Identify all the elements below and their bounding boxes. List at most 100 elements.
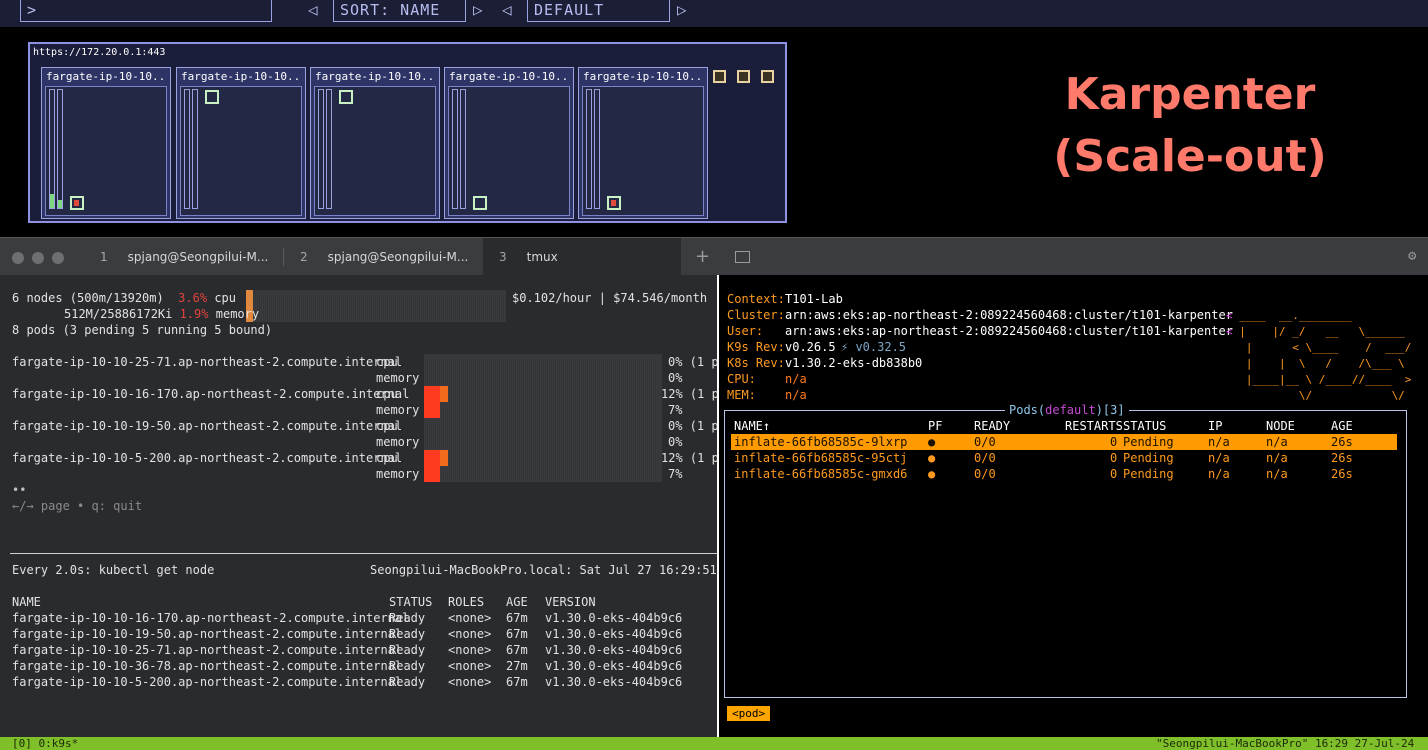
left-pane[interactable]: 6 nodes (500m/13920m) 3.6% cpu $0.102/ho… xyxy=(0,275,753,737)
memory-bar xyxy=(460,89,466,209)
node-row-mem-label: memory xyxy=(376,403,420,417)
node-card[interactable]: fargate-ip-10-10... xyxy=(176,67,306,219)
memory-bar xyxy=(594,89,600,209)
tab-3-active[interactable]: 3 tmux xyxy=(483,238,681,276)
cell: v1.30.0-eks-404b9c6 xyxy=(545,627,683,641)
pods-col-node[interactable]: NODE xyxy=(1266,418,1295,434)
pod-square[interactable] xyxy=(339,90,353,104)
node-row-mem-pct: 7% xyxy=(668,403,683,417)
pods-col-status[interactable]: STATUS xyxy=(1123,418,1166,434)
cell: 67m xyxy=(506,627,528,641)
tab-overview-icon[interactable] xyxy=(735,251,750,263)
cell: Ready xyxy=(389,643,426,657)
k9s-cpu-label: CPU: xyxy=(727,372,756,386)
pending-pod-square[interactable] xyxy=(713,70,726,83)
node-row-mem-label: memory xyxy=(376,435,420,449)
overlay-title: Karpenter (Scale-out) xyxy=(1020,64,1360,188)
k9s-mem-value: n/a xyxy=(785,388,807,402)
view-next-arrow-icon[interactable]: ▷ xyxy=(677,0,687,20)
pods-col-ip[interactable]: IP xyxy=(1208,418,1222,434)
window-zoom-button[interactable] xyxy=(52,252,64,264)
view-selector[interactable]: DEFAULT xyxy=(527,0,670,22)
node-card[interactable]: fargate-ip-10-10... xyxy=(41,67,171,219)
col-status: STATUS xyxy=(389,595,433,609)
cell: n/a xyxy=(1266,451,1288,465)
node-card[interactable]: fargate-ip-10-10... xyxy=(310,67,440,219)
cell: 27m xyxy=(506,659,528,673)
cell: 67m xyxy=(506,675,528,689)
pods-col-age[interactable]: AGE xyxy=(1331,418,1353,434)
node-row-name: fargate-ip-10-10-16-170.ap-northeast-2.c… xyxy=(12,387,410,401)
k9s-context-value: T101-Lab xyxy=(785,292,843,306)
summary-cpu-label: cpu xyxy=(214,291,236,305)
node-body xyxy=(45,86,167,216)
cell: n/a xyxy=(1208,435,1230,449)
cell: n/a xyxy=(1208,467,1230,481)
sort-next-arrow-icon[interactable]: ▷ xyxy=(473,0,483,20)
k9s-cluster-label: Cluster: xyxy=(727,308,785,322)
pods-col-pf[interactable]: PF xyxy=(928,418,942,434)
tab-label: tmux xyxy=(526,250,558,264)
cell: v1.30.0-eks-404b9c6 xyxy=(545,611,683,625)
k9s-logo: < ____ __.________ < | |/ _/ __ \______ … xyxy=(1226,309,1412,402)
cell: 0/0 xyxy=(974,451,996,465)
cell: 67m xyxy=(506,643,528,657)
cpu-bar xyxy=(452,89,458,209)
cell: inflate-66fb68585c-9lxrp xyxy=(734,435,908,449)
cell: v1.30.0-eks-404b9c6 xyxy=(545,643,683,657)
window-close-button[interactable] xyxy=(12,252,24,264)
node-row-cpu-label: cpu xyxy=(376,451,398,465)
cell: Ready xyxy=(389,659,426,673)
cell: inflate-66fb68585c-95ctj xyxy=(734,451,908,465)
node-name: fargate-ip-10-10... xyxy=(583,70,701,83)
node-card[interactable]: fargate-ip-10-10... xyxy=(578,67,708,219)
watch-header-right: Seongpilui-MacBookPro.local: Sat Jul 27 … xyxy=(370,563,753,577)
cell: ● xyxy=(928,435,936,449)
cell: 0/0 xyxy=(974,435,996,449)
summary-usage-track xyxy=(246,290,506,322)
overlay-title-line2: (Scale-out) xyxy=(1053,131,1327,182)
node-row-cpu-pct: 0% (1 p xyxy=(668,419,719,433)
new-tab-button[interactable]: + xyxy=(695,238,710,276)
pods-col-ready[interactable]: READY xyxy=(974,418,1010,434)
watch-header-left: Every 2.0s: kubectl get node xyxy=(12,563,215,577)
pods-col-name[interactable]: NAME↑ xyxy=(734,418,770,434)
cell: n/a xyxy=(1266,467,1288,481)
pending-pod-square[interactable] xyxy=(737,70,750,83)
tab-2[interactable]: 2 spjang@Seongpilui-M... xyxy=(300,238,468,276)
pod-square[interactable] xyxy=(473,196,487,210)
cell: Ready xyxy=(389,611,426,625)
cell: v1.30.0-eks-404b9c6 xyxy=(545,675,683,689)
summary-memory-label: memory xyxy=(215,307,260,321)
cpu-bar xyxy=(318,89,324,209)
cell: <none> xyxy=(448,643,492,657)
settings-gear-icon[interactable]: ⚙ xyxy=(1408,248,1416,264)
window-minimize-button[interactable] xyxy=(32,252,44,264)
k9s-user-label: User: xyxy=(727,324,764,338)
cell: Pending xyxy=(1123,451,1174,465)
sort-prev-arrow-icon[interactable]: ◁ xyxy=(308,0,318,20)
pod-square[interactable] xyxy=(205,90,219,104)
cell: 26s xyxy=(1331,435,1353,449)
node-row-cpu-fill xyxy=(440,450,448,466)
node-row-cpu-label: cpu xyxy=(376,355,398,369)
price-text: $0.102/hour | $74.546/month xyxy=(512,291,708,305)
tmux-window-list[interactable]: [0] 0:k9s* xyxy=(12,737,78,750)
node-card[interactable]: fargate-ip-10-10... xyxy=(444,67,574,219)
tab-1[interactable]: 1 spjang@Seongpilui-M... xyxy=(100,238,268,276)
pending-pod-square[interactable] xyxy=(761,70,774,83)
resource-crumb: <pod> xyxy=(727,706,771,721)
cell: 26s xyxy=(1331,467,1353,481)
pods-col-restarts[interactable]: RESTARTS xyxy=(1065,418,1123,434)
pod-indicator xyxy=(74,200,79,206)
cell: fargate-ip-10-10-19-50.ap-northeast-2.co… xyxy=(12,627,403,641)
cell: Ready xyxy=(389,675,426,689)
filter-input[interactable]: > xyxy=(20,0,272,22)
node-row-usage-track xyxy=(424,418,662,450)
view-prev-arrow-icon[interactable]: ◁ xyxy=(502,0,512,20)
node-name: fargate-ip-10-10... xyxy=(449,70,567,83)
cell: 0 xyxy=(1110,467,1118,481)
sort-selector[interactable]: SORT: NAME xyxy=(333,0,466,22)
cell: n/a xyxy=(1266,435,1288,449)
k9s-cpu-value: n/a xyxy=(785,372,807,386)
